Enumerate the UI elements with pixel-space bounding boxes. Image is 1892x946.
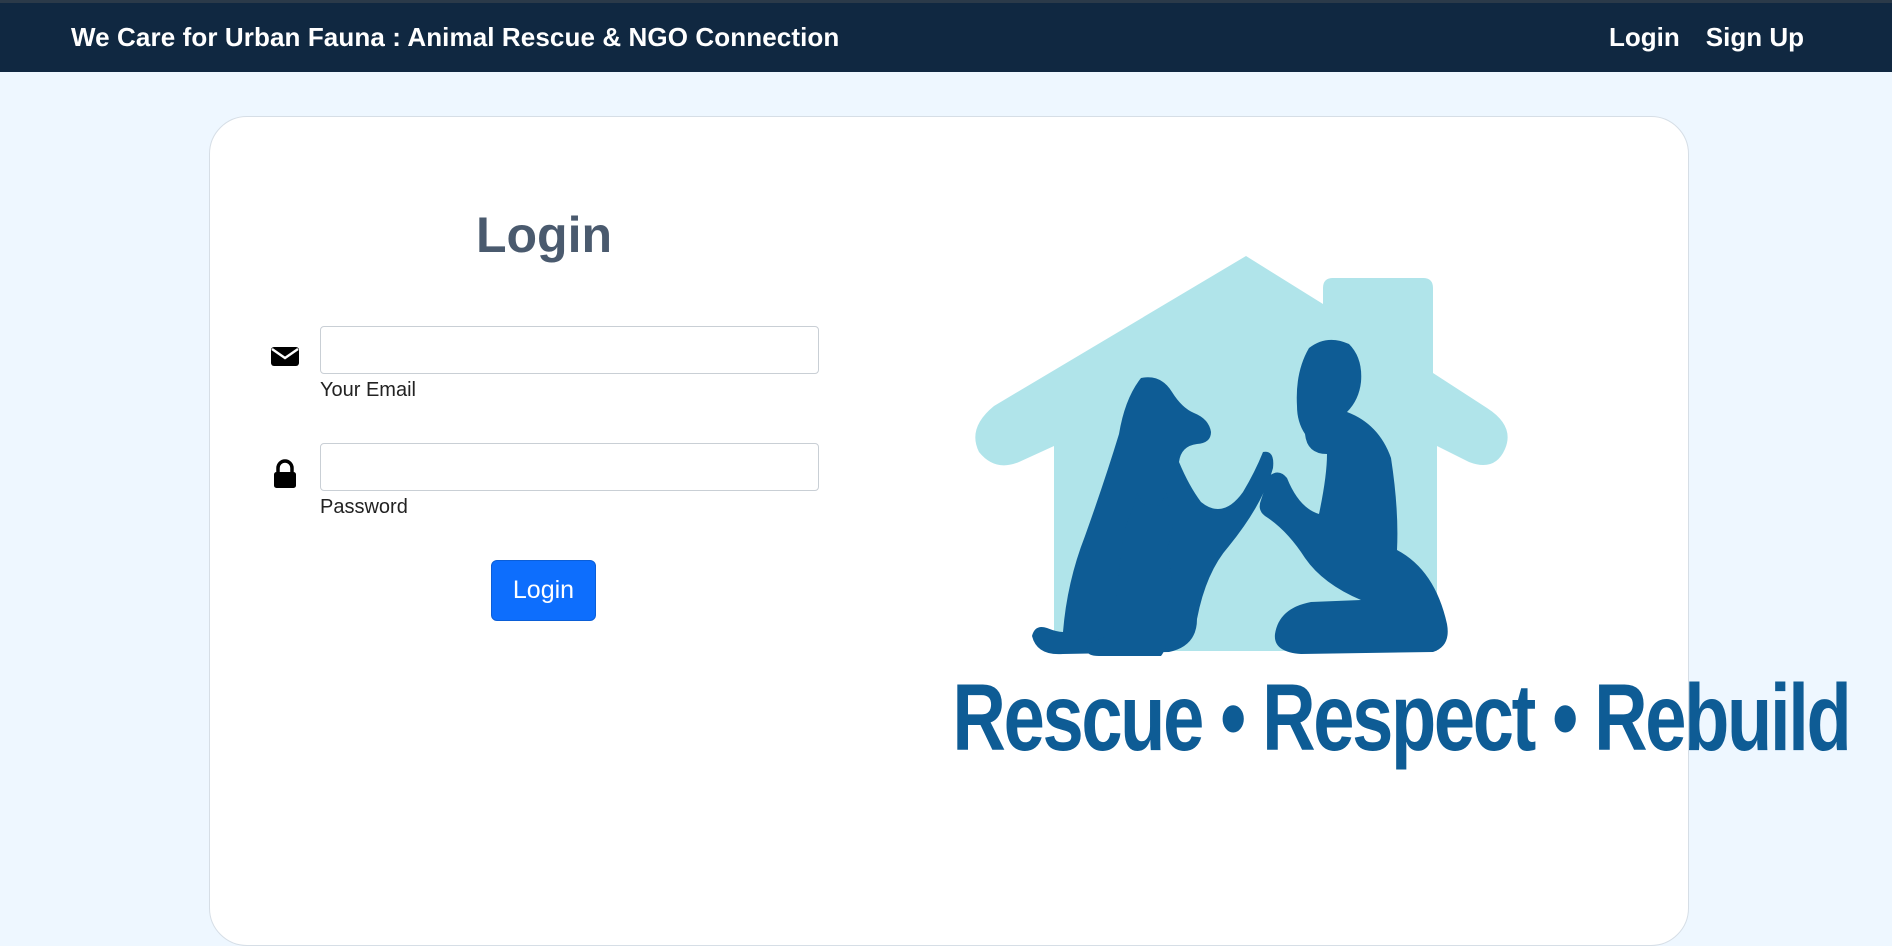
brand-title[interactable]: We Care for Urban Fauna : Animal Rescue … (71, 22, 839, 53)
top-navbar: We Care for Urban Fauna : Animal Rescue … (0, 0, 1892, 72)
rescue-logo: Rescue • Respect • Rebuild (849, 116, 1852, 816)
lock-icon (274, 459, 296, 488)
email-label: Your Email (320, 379, 416, 401)
nav-login-link[interactable]: Login (1609, 22, 1680, 53)
nav-links: Login Sign Up (1609, 22, 1804, 53)
email-input[interactable] (320, 326, 819, 374)
envelope-icon (271, 347, 299, 366)
login-button[interactable]: Login (491, 560, 596, 621)
form-title: Login (475, 207, 613, 263)
password-input[interactable] (320, 443, 819, 491)
house-silhouette-illustration (975, 256, 1508, 656)
nav-signup-link[interactable]: Sign Up (1706, 22, 1804, 53)
password-label: Password (320, 496, 408, 518)
hero-tagline: Rescue • Respect • Rebuild (952, 665, 1851, 771)
